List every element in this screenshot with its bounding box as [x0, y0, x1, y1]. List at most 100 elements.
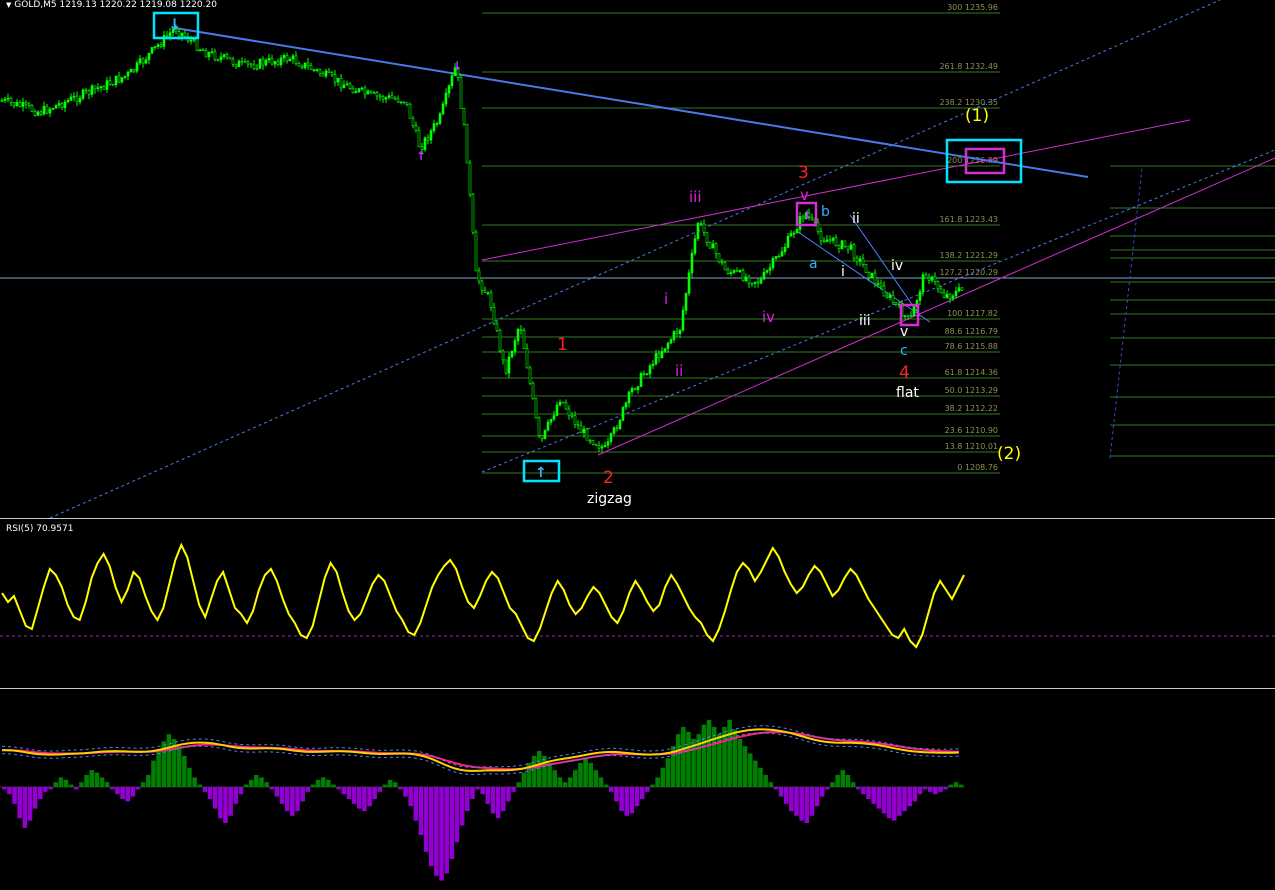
- candle-body: [633, 388, 637, 390]
- macd-histogram-bar: [428, 787, 434, 867]
- candle-body: [234, 63, 238, 68]
- macd-histogram-bar: [711, 727, 717, 787]
- macd-histogram-bar: [794, 787, 799, 816]
- candle-body: [354, 91, 358, 94]
- candle-body: [636, 386, 640, 390]
- candle-body: [6, 97, 10, 100]
- macd-histogram-bar: [917, 787, 923, 795]
- candle-body: [843, 240, 847, 247]
- candle-body: [894, 302, 898, 305]
- fib-level-label: 100 1217.82: [947, 309, 998, 318]
- price-chart-pane[interactable]: 300 1235.96 261.8 1232.49 238.2 1230.35 200…: [0, 0, 1275, 519]
- macd-histogram-bar: [300, 787, 305, 802]
- candle-body: [696, 222, 700, 240]
- candle-body: [597, 445, 601, 449]
- candle-body: [858, 258, 862, 262]
- candle-body: [531, 382, 535, 399]
- candle-body: [840, 240, 844, 250]
- candle-body: [366, 90, 370, 95]
- rsi-pane[interactable]: RSI(5) 70.9571: [0, 520, 1275, 688]
- candle-body: [15, 102, 19, 107]
- candle-body: [924, 274, 928, 279]
- wave-label: c: [900, 343, 908, 359]
- macd-histogram-bar: [94, 772, 100, 787]
- candle-body: [309, 65, 313, 70]
- candle-body: [738, 270, 742, 272]
- candle-body: [933, 276, 937, 282]
- fib-level-label: 38.2 1212.22: [945, 404, 998, 413]
- candle-body: [621, 406, 625, 421]
- macd-histogram-bar: [135, 787, 141, 790]
- candle-body: [864, 264, 868, 273]
- candle-body: [426, 137, 430, 141]
- macd-pane[interactable]: [0, 690, 1275, 886]
- macd-histogram-bar: [480, 787, 485, 795]
- macd-histogram-bar: [506, 787, 511, 802]
- candle-body: [237, 60, 241, 68]
- candle-body: [882, 285, 886, 297]
- macd-histogram-bar: [876, 787, 882, 809]
- wave-label: iii: [689, 188, 702, 206]
- macd-histogram-bar: [696, 734, 702, 787]
- candle-body: [747, 276, 751, 284]
- candle-body: [321, 73, 325, 77]
- candle-body: [54, 104, 58, 109]
- fib-level-label: 300 1235.96: [947, 3, 998, 12]
- candle-body: [303, 62, 307, 69]
- macd-histogram-bar: [315, 779, 321, 787]
- macd-histogram-bar: [634, 787, 640, 807]
- macd-histogram-bar: [423, 787, 429, 852]
- candle-body: [867, 272, 871, 278]
- wave-label: ii: [852, 211, 860, 227]
- macd-histogram-bar: [845, 775, 851, 787]
- candle-body: [654, 353, 658, 365]
- macd-histogram-bar: [398, 787, 403, 790]
- wave-label: 2: [603, 468, 614, 488]
- macd-histogram-bar: [660, 767, 666, 787]
- candle-body: [69, 96, 73, 101]
- macd-histogram-bar: [490, 787, 496, 814]
- macd-histogram-bar: [284, 787, 290, 811]
- price-chart-canvas[interactable]: 300 1235.96261.8 1232.49238.2 1230.35200…: [0, 0, 1275, 519]
- up-arrow-icon: ↑: [535, 465, 547, 481]
- macd-histogram-bar: [686, 731, 691, 787]
- up-arrow-icon: ↑: [416, 149, 426, 163]
- fib-level-label: 127.2 1220.29: [939, 268, 998, 277]
- macd-histogram-bar: [547, 763, 552, 787]
- macd-histogram-bar: [367, 787, 372, 807]
- macd-histogram-bar: [372, 787, 377, 799]
- candle-body: [225, 54, 229, 58]
- macd-histogram-bar: [603, 784, 609, 787]
- candle-body: [231, 58, 235, 65]
- candle-body: [909, 315, 913, 317]
- macd-histogram-bar: [763, 775, 768, 787]
- macd-histogram-bar: [897, 787, 902, 816]
- candle-body: [459, 77, 463, 109]
- macd-histogram-bar: [38, 787, 43, 799]
- candle-body: [741, 270, 745, 282]
- candle-body: [714, 243, 718, 255]
- pane-separator[interactable]: [0, 518, 1275, 519]
- candle-body: [897, 303, 901, 306]
- macd-histogram-bar: [557, 777, 563, 787]
- fibonacci-levels: 300 1235.96261.8 1232.49238.2 1230.35200…: [482, 3, 1275, 474]
- pane-separator-2[interactable]: [0, 688, 1275, 689]
- candle-body: [885, 295, 889, 298]
- candle-body: [537, 417, 541, 436]
- macd-histogram-bar: [501, 787, 506, 811]
- macd-histogram-bar: [74, 787, 79, 790]
- candle-body: [408, 103, 412, 119]
- candle-body: [927, 277, 931, 281]
- candle-body: [252, 64, 256, 69]
- macd-histogram-bar: [439, 787, 444, 881]
- macd-histogram-bar: [305, 787, 311, 792]
- menu-arrow-icon[interactable]: ▼: [6, 1, 11, 9]
- fib-level-label: 78.6 1215.88: [945, 342, 998, 351]
- candle-body: [546, 421, 550, 431]
- candle-body: [339, 77, 343, 89]
- time-projection-line: [1109, 167, 1143, 459]
- candle-body: [246, 60, 250, 65]
- candle-body: [507, 356, 511, 374]
- candle-body: [12, 102, 16, 107]
- macd-histogram-bar: [886, 787, 892, 819]
